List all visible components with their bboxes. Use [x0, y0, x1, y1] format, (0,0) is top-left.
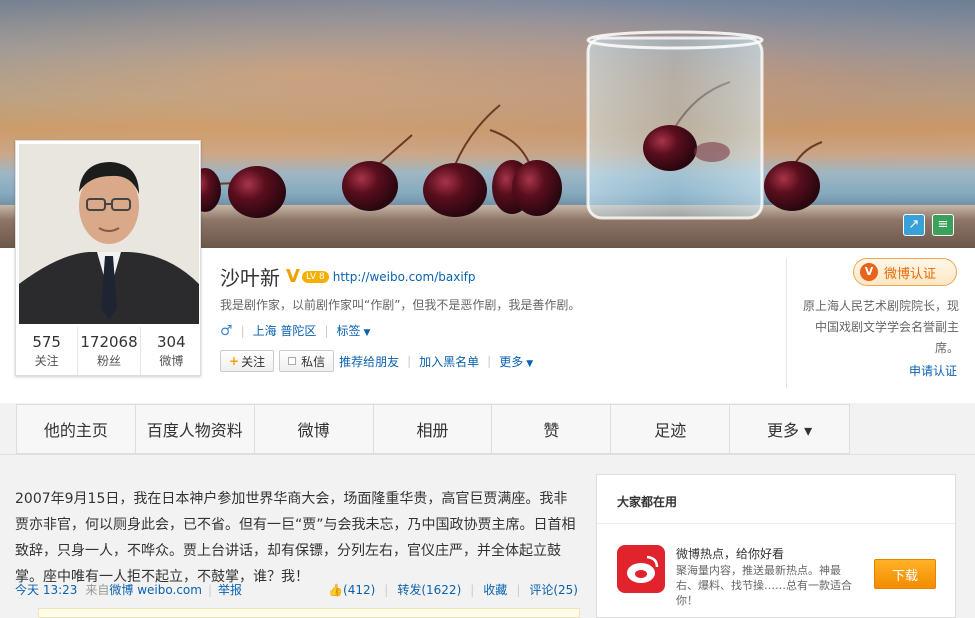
favorite-button[interactable]: 收藏 [483, 581, 507, 598]
separator: | [384, 582, 389, 597]
post-source-link[interactable]: 微博 weibo.com [109, 581, 202, 598]
like-button[interactable]: 👍(412) [328, 583, 375, 597]
separator: | [324, 323, 329, 338]
repost-preview-box [38, 608, 580, 618]
separator: | [516, 582, 521, 597]
separator: | [470, 582, 475, 597]
template-icon[interactable]: ≡ [932, 214, 954, 236]
app-name[interactable]: 微博热点，给你好看 [676, 545, 784, 562]
tab-more[interactable]: 更多 ▾ [730, 405, 849, 453]
post-time-link[interactable]: 今天 13:23 [15, 581, 77, 598]
verify-v-icon: V [860, 263, 878, 281]
profile-name-row: 沙叶新 V LV 8 http://weibo.com/baxifp [220, 262, 476, 291]
posts-label: 微博 [159, 354, 184, 368]
profile-location-row: ♂ | 上海 普陀区 | 标签 ▼ [220, 322, 370, 339]
weibo-logo-icon [627, 555, 659, 583]
tabs-divider [0, 454, 975, 455]
followers-stat[interactable]: 172068 粉丝 [78, 327, 141, 375]
tab-footprints[interactable]: 足迹 [611, 405, 731, 453]
blacklist-link[interactable]: 加入黑名单 [419, 353, 479, 370]
posts-count: 304 [157, 333, 186, 351]
tab-likes[interactable]: 赞 [492, 405, 612, 453]
verify-badge-label: 微博认证 [884, 266, 937, 282]
weibo-app-icon[interactable] [617, 545, 665, 593]
message-label: 私信 [301, 354, 326, 369]
post-text: 2007年9月15日，我在日本神户参加世界华商大会，场面隆重华贵，高官巨贾满座。… [15, 491, 576, 585]
sidebar-title: 大家都在用 [617, 495, 678, 509]
separator: | [207, 582, 213, 597]
avatar-card: 575 关注 172068 粉丝 304 微博 [15, 140, 201, 376]
chevron-down-icon: ▼ [363, 328, 371, 338]
profile-url-link[interactable]: http://weibo.com/baxifp [333, 270, 476, 284]
followers-label: 粉丝 [96, 354, 121, 368]
following-stat[interactable]: 575 关注 [16, 327, 79, 375]
app-description: 聚海量内容，推送最新热点。神最右、爆料、找节操……总有一款适合你！ [676, 564, 852, 607]
tab-home[interactable]: 他的主页 [17, 405, 136, 453]
profile-name: 沙叶新 [220, 266, 280, 290]
weibo-profile-page: ↗ ≡ 沙叶新 V LV 8 http://weibo.com/baxifp 我… [0, 0, 975, 618]
message-icon [288, 357, 297, 365]
posts-stat[interactable]: 304 微博 [141, 327, 202, 375]
following-label: 关注 [34, 354, 59, 368]
separator: | [407, 354, 412, 368]
share-icon[interactable]: ↗ [903, 214, 925, 236]
tags-dropdown[interactable]: 标签 ▼ [336, 322, 370, 339]
tab-weibo[interactable]: 微博 [255, 405, 374, 453]
more-actions-dropdown[interactable]: 更多 ▼ [499, 353, 533, 370]
repost-button[interactable]: 转发(1622) [397, 581, 461, 598]
sidebar-divider [597, 523, 955, 524]
separator: | [240, 323, 245, 338]
post-actions: 👍(412) | 转发(1622) | 收藏 | 评论(25) [328, 581, 578, 598]
profile-bio: 我是剧作家，以前剧作家叫“作剧”，但我不是恶作剧，我是善作剧。 [220, 298, 581, 312]
location-link[interactable]: 上海 普陀区 [253, 322, 317, 339]
verified-v-icon[interactable]: V [286, 266, 300, 287]
male-gender-icon: ♂ [220, 322, 233, 339]
like-count: (412) [343, 582, 376, 597]
thumbs-up-icon: 👍 [328, 582, 344, 597]
profile-tabs: 他的主页 百度人物资料 微博 相册 赞 足迹 更多 ▾ [16, 404, 850, 454]
verification-description: 原上海人民艺术剧院院长，现中国戏剧文学学会名誉副主席。 [803, 299, 960, 355]
more-label: 更多 [499, 354, 524, 369]
weibo-verify-badge[interactable]: V 微博认证 [853, 258, 957, 286]
post-from-label: 来自 [85, 583, 110, 597]
separator: | [487, 354, 492, 368]
plus-icon: + [229, 354, 240, 368]
follow-button[interactable]: + 关注 [220, 350, 275, 372]
recommend-link[interactable]: 推荐给朋友 [339, 353, 399, 370]
download-button[interactable]: 下载 [874, 559, 936, 589]
level-badge[interactable]: LV 8 [301, 270, 329, 283]
comment-button[interactable]: 评论(25) [529, 581, 578, 598]
followers-count: 172068 [80, 333, 138, 351]
report-link[interactable]: 举报 [218, 581, 242, 598]
tags-label: 标签 [336, 324, 361, 338]
message-button[interactable]: 私信 [279, 350, 335, 372]
avatar[interactable] [19, 144, 199, 324]
avatar-portrait [19, 144, 199, 324]
chevron-down-icon: ▼ [526, 358, 534, 369]
tab-album[interactable]: 相册 [374, 405, 493, 453]
apply-verification-link[interactable]: 申请认证 [909, 362, 957, 379]
follow-label: 关注 [241, 354, 266, 369]
verification-panel: V 微博认证 原上海人民艺术剧院院长，现中国戏剧文学学会名誉副主席。 申请认证 [786, 258, 975, 388]
profile-actions: + 关注 私信 推荐给朋友 | 加入黑名单 | 更多 ▼ [220, 350, 533, 372]
sidebar-apps-card: 大家都在用 微博热点，给你好看 聚海量内容，推送最新热点。神最右、爆料、找节操…… [596, 474, 956, 618]
following-count: 575 [32, 333, 61, 351]
tab-baidu-profile[interactable]: 百度人物资料 [136, 405, 255, 453]
profile-stats: 575 关注 172068 粉丝 304 微博 [16, 327, 202, 375]
post-meta: 今天 13:23 来自 微博 weibo.com | 举报 👍(412) | 转… [15, 581, 578, 598]
